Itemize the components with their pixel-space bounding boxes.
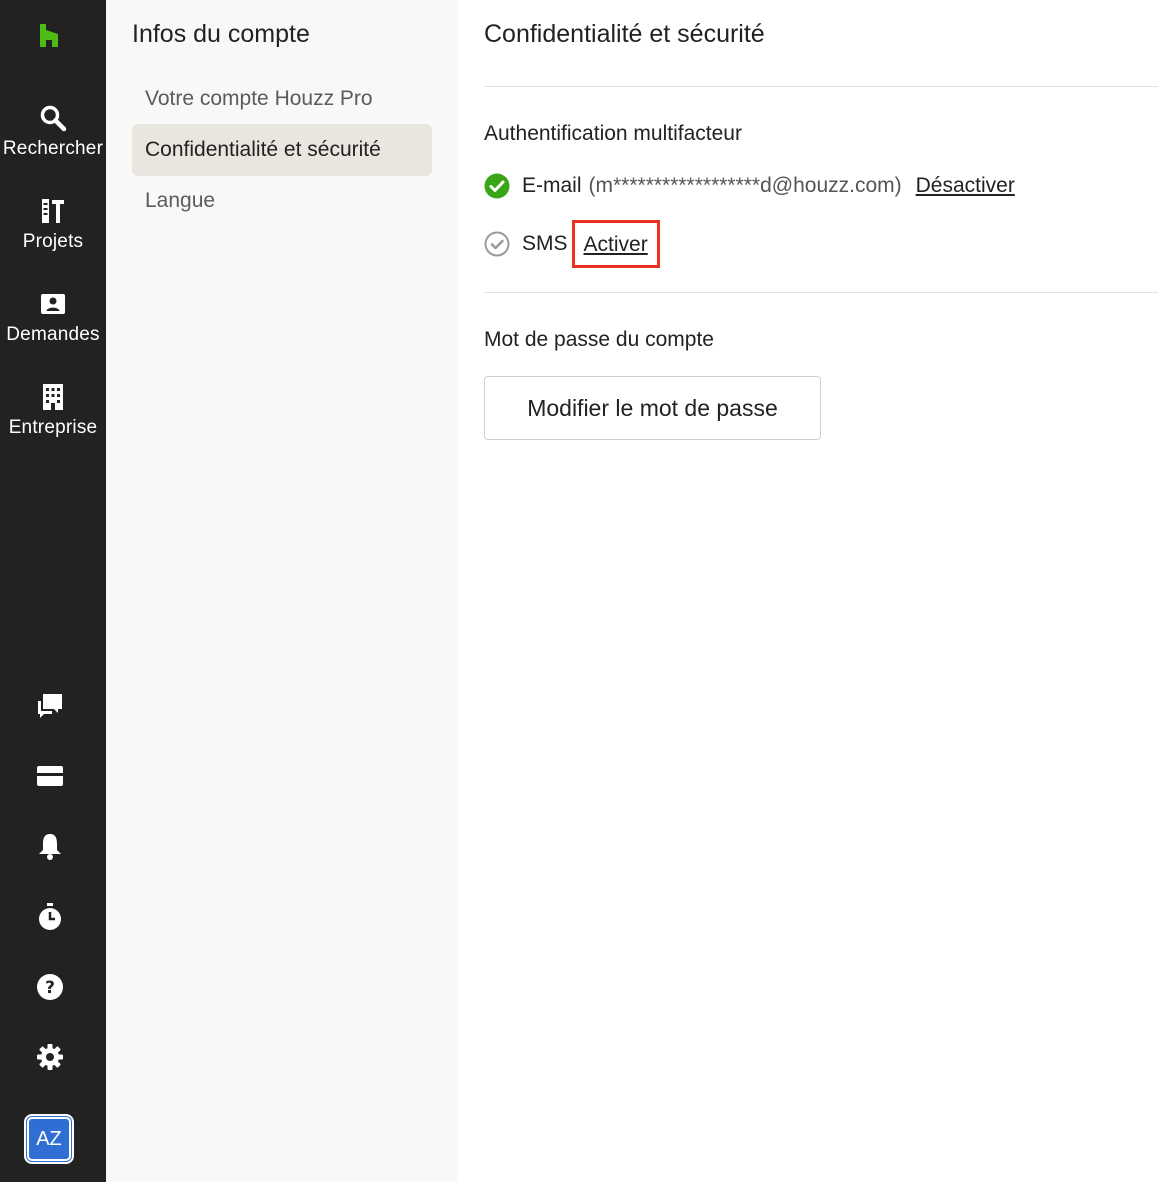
page-title: Confidentialité et sécurité [484,20,765,48]
mfa-sms-row: SMS Activer [484,220,660,268]
mfa-email-row: E-mail (m******************d@houzz.com) … [484,171,1015,201]
projects-icon [42,199,64,223]
mfa-email-label: E-mail [522,174,582,197]
houzz-logo-icon[interactable] [34,20,64,50]
chat-icon[interactable] [35,691,65,721]
mfa-email-disable-link[interactable]: Désactiver [916,174,1015,198]
divider [484,86,1158,87]
stopwatch-icon[interactable] [35,902,65,932]
svg-text:?: ? [45,978,55,998]
mfa-email-value: (m******************d@houzz.com) [588,174,902,197]
nav-label: Entreprise [8,417,98,438]
check-circle-filled-icon [484,173,510,199]
help-icon[interactable]: ? [35,972,65,1002]
mfa-sms-label: SMS [522,232,568,255]
avatar-initials: AZ [27,1117,71,1161]
building-icon [43,384,63,410]
subnav-title: Infos du compte [132,20,310,48]
activate-sms-highlight: Activer [571,220,660,268]
main-content: Confidentialité et sécurité Authentifica… [458,0,1158,1182]
requests-icon [41,294,65,314]
divider [484,292,1158,293]
account-subnav: Infos du compte Votre compte Houzz Pro C… [106,0,458,1182]
subnav-item-houzz-pro-account[interactable]: Votre compte Houzz Pro [132,73,432,125]
nav-label: Demandes [6,324,100,345]
password-section-title: Mot de passe du compte [484,328,714,351]
nav-entreprise[interactable]: Entreprise [0,383,106,439]
nav-demandes[interactable]: Demandes [0,290,106,346]
nav-label: Rechercher [2,138,104,159]
bell-icon[interactable] [35,831,65,861]
check-circle-outline-icon [484,231,510,257]
app-rail: Rechercher Projets Demandes Entreprise ?… [0,0,106,1182]
avatar[interactable]: AZ [24,1114,74,1164]
change-password-button[interactable]: Modifier le mot de passe [484,376,821,440]
mfa-section-title: Authentification multifacteur [484,122,742,145]
subnav-item-language[interactable]: Langue [132,175,432,227]
gear-icon[interactable] [35,1042,65,1072]
inbox-icon[interactable] [35,761,65,791]
mfa-sms-activate-link[interactable]: Activer [584,233,648,256]
nav-rechercher[interactable]: Rechercher [0,104,106,160]
search-icon [40,105,67,132]
nav-label: Projets [22,231,84,252]
nav-projets[interactable]: Projets [0,197,106,253]
subnav-item-privacy-security[interactable]: Confidentialité et sécurité [132,124,432,176]
